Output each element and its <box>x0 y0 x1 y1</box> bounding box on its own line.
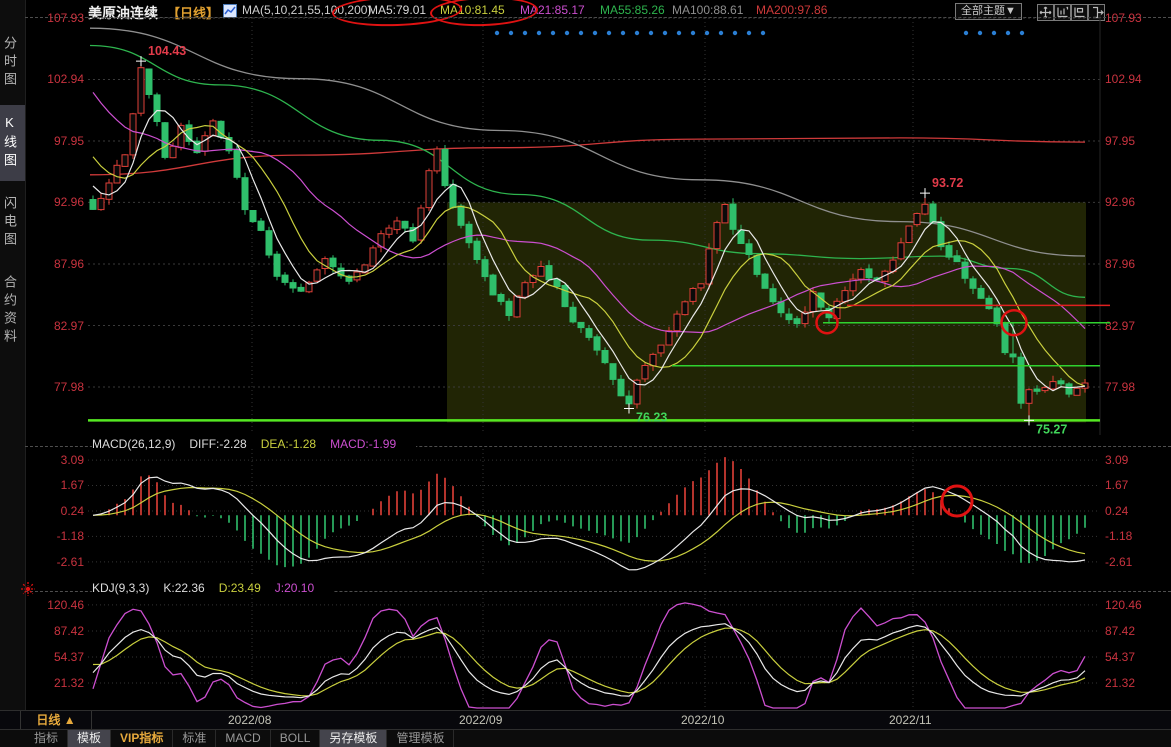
sidebar-tab-contract-info[interactable]: 合约资料 <box>0 265 25 357</box>
tab-standard[interactable]: 标准 <box>173 730 216 747</box>
event-dot[interactable] <box>537 31 541 35</box>
y-axis-label: 21.32 <box>25 676 84 690</box>
price-annotation: 75.27 <box>1036 422 1067 435</box>
sidebar-tab-time-chart[interactable]: 分时图 <box>0 26 25 100</box>
event-dot[interactable] <box>992 31 996 35</box>
event-dot[interactable] <box>635 31 639 35</box>
y-axis-label: 1.67 <box>25 478 84 492</box>
event-dot[interactable] <box>607 31 611 35</box>
event-dot[interactable] <box>523 31 527 35</box>
k-line <box>93 624 1085 698</box>
date-axis-bar: 日线 ▲ 2022/08 2022/09 2022/10 2022/11 <box>0 710 1171 730</box>
date-label: 2022/10 <box>681 713 724 727</box>
highlight-region <box>447 202 1086 422</box>
macd-indicator-chart[interactable] <box>88 447 1100 578</box>
tab-save-template[interactable]: 另存模板 <box>320 730 387 747</box>
trading-app: 分时图 K线图 闪电图 合约资料 美原油连续 【日线】 MA(5,10,21,5… <box>0 0 1171 747</box>
event-dot[interactable] <box>621 31 625 35</box>
y-axis-label: 107.93 <box>25 11 84 25</box>
indicator-tab-bar: 指标 模板 VIP指标 标准 MACD BOLL 另存模板 管理模板 <box>0 729 1171 747</box>
y-axis-label: 0.24 <box>25 504 84 518</box>
tab-indicators[interactable]: 指标 <box>25 730 68 747</box>
y-axis-label: 1.67 <box>1105 478 1171 492</box>
y-axis-label: -2.61 <box>25 555 84 569</box>
y-axis-label: 97.95 <box>25 134 84 148</box>
event-dot[interactable] <box>1020 31 1024 35</box>
event-dot[interactable] <box>663 31 667 35</box>
sidebar-tab-kline-chart[interactable]: K线图 <box>0 105 25 181</box>
alert-icon[interactable] <box>20 581 36 602</box>
left-sidebar: 分时图 K线图 闪电图 合约资料 <box>0 0 26 747</box>
tab-macd[interactable]: MACD <box>216 730 270 747</box>
y-axis-label: -1.18 <box>25 529 84 543</box>
date-label: 2022/08 <box>228 713 271 727</box>
kdj-indicator-chart[interactable] <box>88 592 1100 710</box>
grid <box>88 594 1100 709</box>
event-dot[interactable] <box>593 31 597 35</box>
y-axis-label: 87.96 <box>25 257 84 271</box>
tab-templates[interactable]: 模板 <box>68 730 111 747</box>
y-axis-label: 82.97 <box>25 319 84 333</box>
price-annotation: 76.23 <box>636 411 667 425</box>
y-axis-label: 54.37 <box>25 650 84 664</box>
y-axis-label: 102.94 <box>25 72 84 86</box>
main-candlestick-chart[interactable]: 104.43 93.72 76.23 75.27 <box>88 15 1171 435</box>
event-dot[interactable] <box>565 31 569 35</box>
event-dot[interactable] <box>551 31 555 35</box>
price-annotation: 93.72 <box>932 176 963 190</box>
event-dot[interactable] <box>733 31 737 35</box>
y-axis-label: 77.98 <box>25 380 84 394</box>
event-dot[interactable] <box>978 31 982 35</box>
sidebar-tab-lightning-chart[interactable]: 闪电图 <box>0 186 25 260</box>
event-dot[interactable] <box>495 31 499 35</box>
event-dot[interactable] <box>1006 31 1010 35</box>
event-dot[interactable] <box>509 31 513 35</box>
y-axis-label: 92.96 <box>25 195 84 209</box>
event-dot[interactable] <box>761 31 765 35</box>
event-dot[interactable] <box>719 31 723 35</box>
j-line <box>93 603 1085 708</box>
event-dot[interactable] <box>964 31 968 35</box>
event-dot[interactable] <box>579 31 583 35</box>
y-axis-label: -2.61 <box>1105 555 1171 569</box>
event-dot[interactable] <box>747 31 751 35</box>
price-annotation: 104.43 <box>148 44 186 58</box>
y-axis-label: 3.09 <box>25 453 84 467</box>
y-axis-label: 0.24 <box>1105 504 1171 518</box>
y-axis-label: 54.37 <box>1105 650 1171 664</box>
y-axis-label: 87.42 <box>1105 624 1171 638</box>
event-dot[interactable] <box>649 31 653 35</box>
tab-manage-template[interactable]: 管理模板 <box>387 730 454 747</box>
date-label: 2022/09 <box>459 713 502 727</box>
event-dots <box>495 31 1024 35</box>
tab-boll[interactable]: BOLL <box>271 730 321 747</box>
macd-bars-positive <box>101 457 949 515</box>
period-selector[interactable]: 日线 ▲ <box>20 711 92 729</box>
tab-vip-indicators[interactable]: VIP指标 <box>111 730 173 747</box>
left-price-axis: 107.93 102.94 97.95 92.96 87.96 82.97 77.98 3.0… <box>25 0 84 747</box>
y-axis-label: -1.18 <box>1105 529 1171 543</box>
date-label: 2022/11 <box>889 713 932 727</box>
y-axis-label: 21.32 <box>1105 676 1171 690</box>
y-axis-label: 120.46 <box>1105 598 1171 612</box>
y-axis-label: 87.42 <box>25 624 84 638</box>
y-axis-label: 3.09 <box>1105 453 1171 467</box>
event-dot[interactable] <box>705 31 709 35</box>
event-dot[interactable] <box>691 31 695 35</box>
event-dot[interactable] <box>677 31 681 35</box>
